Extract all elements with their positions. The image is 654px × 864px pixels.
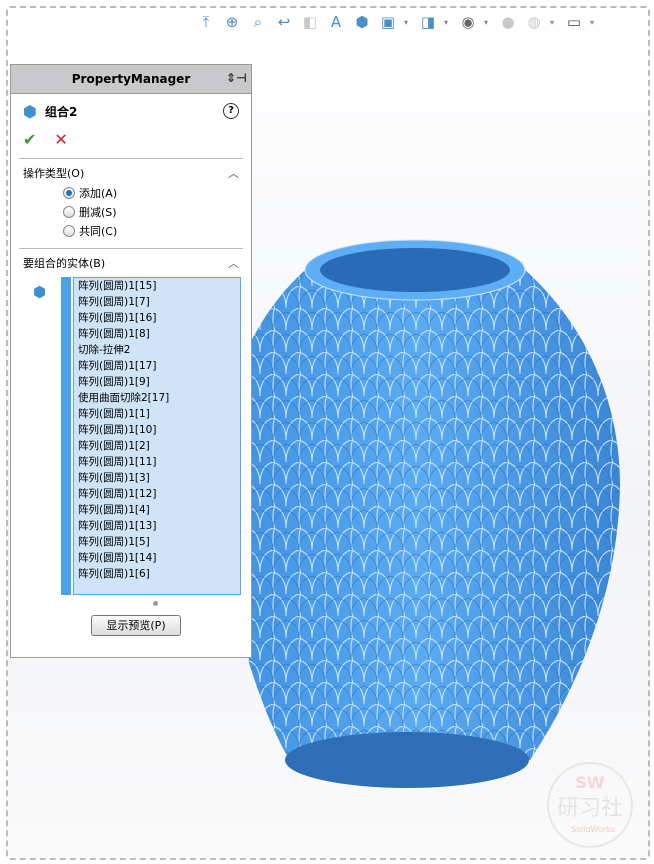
solid-body-icon: ⬢ — [33, 283, 47, 301]
list-item[interactable]: 阵列(圆周)1[16] — [74, 310, 240, 326]
list-item[interactable]: 阵列(圆周)1[5] — [74, 534, 240, 550]
list-item[interactable]: 阵列(圆周)1[4] — [74, 502, 240, 518]
property-manager-panel: PropertyManager ⇕⊣ ⬢ 组合2 ? ✔ ✕ 操作类型(O) ︿ … — [10, 64, 252, 658]
radio-button[interactable] — [63, 186, 75, 199]
list-item[interactable]: 阵列(圆周)1[14] — [74, 550, 240, 566]
view-visibility-icon[interactable]: ◉ — [458, 12, 478, 32]
list-item[interactable]: 阵列(圆周)1[9] — [74, 374, 240, 390]
list-item[interactable]: 阵列(圆周)1[1] — [74, 406, 240, 422]
radio-button[interactable] — [63, 205, 75, 218]
list-item[interactable]: 阵列(圆周)1[2] — [74, 438, 240, 454]
list-item[interactable]: 阵列(圆周)1[15] — [74, 278, 240, 294]
bodies-header[interactable]: 要组合的实体(B) ︿ — [19, 255, 243, 271]
svg-text:研习社: 研习社 — [557, 796, 623, 821]
list-item[interactable]: 阵列(圆周)1[7] — [74, 294, 240, 310]
section-title: 要组合的实体(B) — [23, 257, 106, 270]
chevron-down-icon[interactable]: ▾ — [404, 18, 412, 27]
chevron-down-icon[interactable]: ▾ — [590, 18, 598, 27]
list-item[interactable]: 阵列(圆周)1[3] — [74, 470, 240, 486]
section-view-icon[interactable]: ◧ — [300, 12, 320, 32]
operation-type-header[interactable]: 操作类型(O) ︿ — [19, 165, 243, 181]
chevron-down-icon[interactable]: ▾ — [550, 18, 558, 27]
radio-label: 添加(A) — [79, 186, 118, 200]
display-style-icon[interactable]: ⬢ — [352, 12, 372, 32]
bodies-list[interactable]: 阵列(圆周)1[15] 阵列(圆周)1[7] 阵列(圆周)1[16] 阵列(圆周)1[… — [73, 277, 241, 595]
selection-box-indicator — [61, 277, 71, 595]
radio-add[interactable]: 添加(A) — [63, 185, 243, 200]
svg-text:SW: SW — [575, 773, 605, 792]
list-item[interactable]: 阵列(圆周)1[12] — [74, 486, 240, 502]
hide-show-items-icon[interactable]: ▣ — [378, 12, 398, 32]
apply-scene-icon[interactable]: ● — [498, 12, 518, 32]
svg-text:SolidWorks: SolidWorks — [571, 825, 615, 834]
display-monitor-icon[interactable]: ▭ — [564, 12, 584, 32]
dynamic-annotation-icon[interactable]: A — [326, 12, 346, 32]
list-item[interactable]: 切除-拉伸2 — [74, 342, 240, 358]
edit-appearance-icon[interactable]: ◨ — [418, 12, 438, 32]
view-settings-icon[interactable]: ◍ — [524, 12, 544, 32]
operation-type-section: 操作类型(O) ︿ 添加(A) 删减(S) 共同(C) — [19, 158, 243, 238]
list-item[interactable]: 使用曲面切除2[17] — [74, 390, 240, 406]
chevron-up-icon[interactable]: ︿ — [228, 255, 239, 271]
radio-button[interactable] — [63, 224, 75, 237]
property-manager-header: PropertyManager ⇕⊣ — [11, 65, 251, 94]
zoom-to-fit-icon[interactable]: ⊕ — [222, 12, 242, 32]
cancel-x-icon[interactable]: ✕ — [54, 130, 67, 149]
chevron-down-icon[interactable]: ▾ — [444, 18, 452, 27]
pin-icon[interactable]: ⇕⊣ — [226, 71, 247, 85]
vase-model[interactable] — [219, 239, 620, 788]
help-icon[interactable]: ? — [223, 103, 239, 119]
list-item[interactable]: 阵列(圆周)1[10] — [74, 422, 240, 438]
radio-subtract[interactable]: 删减(S) — [63, 204, 243, 219]
heads-up-view-toolbar: ⤒ ⊕ ⌕ ↩ ◧ A ⬢ ▣ ▾ ◨ ▾ ◉ ▾ ● ◍ ▾ ▭ ▾ — [196, 8, 598, 36]
panel-title: PropertyManager — [71, 72, 191, 86]
radio-label: 共同(C) — [79, 224, 118, 238]
radio-label: 删减(S) — [79, 205, 117, 219]
zoom-to-area-icon[interactable]: ⌕ — [248, 12, 268, 32]
feature-name: 组合2 — [44, 104, 78, 119]
list-item[interactable]: 阵列(圆周)1[17] — [74, 358, 240, 374]
view-orientation-icon[interactable]: ⤒ — [196, 12, 216, 32]
section-title: 操作类型(O) — [23, 167, 85, 180]
resize-handle[interactable] — [153, 601, 158, 606]
list-item[interactable]: 阵列(圆周)1[8] — [74, 326, 240, 342]
bodies-section: 要组合的实体(B) ︿ ⬢ 阵列(圆周)1[15] 阵列(圆周)1[7] 阵列(圆周)… — [19, 248, 243, 636]
combine-feature-icon: ⬢ — [23, 101, 37, 121]
chevron-up-icon[interactable]: ︿ — [228, 165, 239, 181]
show-preview-button[interactable]: 显示预览(P) — [91, 615, 181, 636]
list-item[interactable]: 阵列(圆周)1[11] — [74, 454, 240, 470]
list-item[interactable]: 阵列(圆周)1[6] — [74, 566, 240, 582]
chevron-down-icon[interactable]: ▾ — [484, 18, 492, 27]
radio-common[interactable]: 共同(C) — [63, 223, 243, 238]
list-item[interactable]: 阵列(圆周)1[13] — [74, 518, 240, 534]
ok-checkmark-icon[interactable]: ✔ — [23, 130, 36, 149]
watermark-logo: SW 研习社 SolidWorks — [545, 760, 635, 850]
previous-view-icon[interactable]: ↩ — [274, 12, 294, 32]
